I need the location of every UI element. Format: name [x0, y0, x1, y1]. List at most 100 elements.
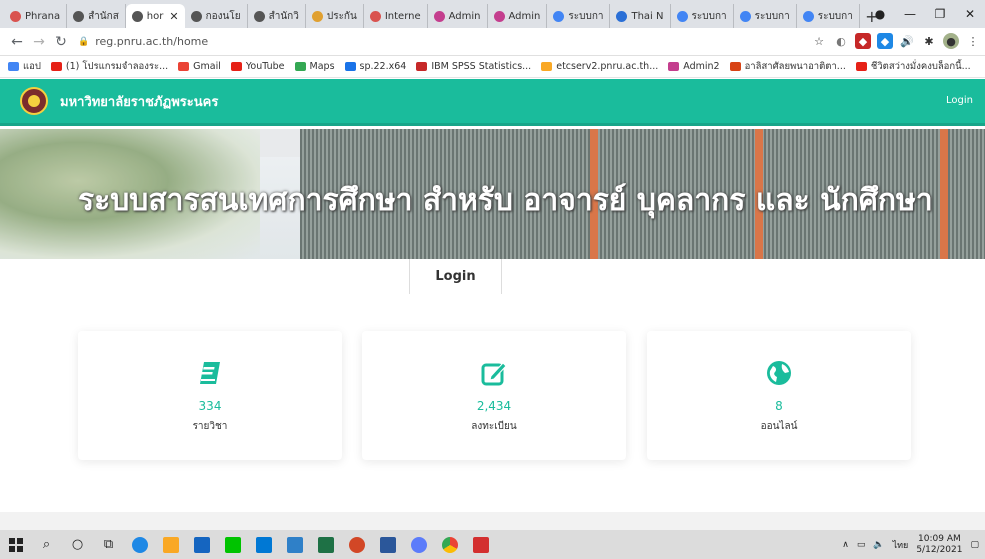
stat-card-courses: 334 รายวิชา: [78, 331, 342, 460]
close-tab-icon[interactable]: ✕: [169, 10, 178, 23]
task-view-icon[interactable]: ⧉: [93, 530, 124, 559]
store-icon[interactable]: [186, 530, 217, 559]
avatar[interactable]: ●: [943, 33, 959, 49]
bookmark-item[interactable]: Gmail: [178, 61, 221, 72]
volume-icon[interactable]: 🔈: [873, 540, 884, 550]
bookmark-item[interactable]: etcserv2.pnru.ac.th...: [541, 61, 658, 72]
clock-time: 10:09 AM: [918, 533, 961, 544]
browser-tab[interactable]: ระบบกา: [547, 4, 611, 28]
sound-icon[interactable]: 🔊: [899, 33, 915, 49]
tab-label: ระบบกา: [754, 10, 790, 22]
stat-value: 2,434: [476, 399, 512, 413]
bookmark-item[interactable]: ชีวิตสว่างมั่งคงบล็อกนี้...: [855, 59, 971, 74]
page-footer-band: [0, 512, 985, 530]
windows-start-icon[interactable]: [0, 530, 31, 559]
browser-tab[interactable]: กองนโย: [185, 4, 248, 28]
tab-favicon-icon: [131, 10, 143, 22]
browser-tab[interactable]: Thai N: [610, 4, 671, 28]
tab-label: Admin: [508, 10, 541, 22]
line-icon[interactable]: [217, 530, 248, 559]
browser-tab[interactable]: ประกัน: [306, 4, 364, 28]
bookmark-item[interactable]: Admin2: [668, 61, 720, 72]
bookmark-favicon-icon: [294, 62, 306, 71]
menu-icon[interactable]: ⋮: [965, 33, 981, 49]
stat-card-online: 8 ออนไลน์: [647, 331, 911, 460]
bookmark-label: อาลิสาศัลยพนาอาติตา...: [744, 61, 846, 72]
acrobat-icon[interactable]: [465, 530, 496, 559]
restore-icon[interactable]: ❐: [925, 7, 955, 21]
puzzle-icon[interactable]: ✱: [921, 33, 937, 49]
hero-title: ระบบสารสนเทศการศึกษา สำหรับ อาจารย์ บุคล…: [78, 183, 933, 218]
tab-favicon-icon: [616, 10, 628, 22]
browser-tab[interactable]: Admin: [488, 4, 548, 28]
header-login-link[interactable]: Login: [946, 95, 973, 106]
bookmark-label: Maps: [309, 61, 335, 72]
tab-favicon-icon: [190, 10, 202, 22]
search-icon[interactable]: ⌕: [31, 530, 62, 559]
window-controls: ● — ❐ ✕: [865, 0, 985, 28]
word-icon[interactable]: [372, 530, 403, 559]
bookmark-favicon-icon: [541, 62, 553, 71]
tab-label: Phrana: [25, 10, 61, 22]
browser-tab[interactable]: สำนักวิ: [248, 4, 306, 28]
app-icon[interactable]: [279, 530, 310, 559]
tab-favicon-icon: [73, 10, 85, 22]
tab-label: สำนักส: [88, 10, 119, 22]
file-explorer-icon[interactable]: [155, 530, 186, 559]
globe-icon: [767, 361, 791, 385]
bookmark-item[interactable]: IBM SPSS Statistics...: [416, 61, 531, 72]
system-tray: ∧ ▭ 🔈 ไทย 10:09 AM 5/12/2021 ▢: [842, 530, 979, 559]
lock-icon: 🔒: [78, 36, 90, 47]
minimize-icon[interactable]: —: [895, 7, 925, 21]
forward-icon[interactable]: →: [28, 34, 50, 50]
browser-tab[interactable]: hor ✕: [125, 4, 185, 28]
extension-icon[interactable]: ◆: [877, 33, 893, 49]
url-field[interactable]: 🔒 reg.pnru.ac.th/home: [78, 31, 208, 53]
star-icon[interactable]: ☆: [811, 33, 827, 49]
powerpoint-icon[interactable]: [341, 530, 372, 559]
profile-icon[interactable]: ●: [865, 7, 895, 21]
tab-favicon-icon: [433, 10, 445, 22]
bookmark-label: sp.22.x64: [359, 61, 407, 72]
bookmark-item[interactable]: แอป: [8, 59, 41, 74]
url-text: reg.pnru.ac.th/home: [95, 35, 209, 48]
bookmark-favicon-icon: [416, 62, 428, 71]
bookmark-item[interactable]: YouTube: [230, 61, 285, 72]
browser-tab[interactable]: ระบบกา: [671, 4, 734, 28]
bookmarks-bar: แอป (1) โปรแกรมจำลองระ... Gmail YouTube Maps…: [0, 56, 985, 78]
cortana-icon[interactable]: ○: [62, 530, 93, 559]
notification-icon[interactable]: ▢: [970, 540, 979, 550]
excel-icon[interactable]: [310, 530, 341, 559]
tab-favicon-icon: [311, 10, 323, 22]
network-icon[interactable]: ▭: [857, 540, 866, 550]
taskbar: ⌕ ○ ⧉ ∧ ▭ 🔈 ไทย 10:09 AM 5/12/2021 ▢: [0, 530, 985, 559]
extensions-area: ☆ ◐ ◆ ◆ 🔊 ✱ ● ⋮: [811, 33, 981, 49]
bookmark-item[interactable]: sp.22.x64: [344, 61, 407, 72]
chevron-up-icon[interactable]: ∧: [842, 540, 849, 550]
chrome-icon[interactable]: [434, 530, 465, 559]
reload-icon[interactable]: ↻: [50, 34, 72, 50]
browser-tab[interactable]: Admin: [428, 4, 488, 28]
tab-label: Interne: [384, 10, 421, 22]
app-icon[interactable]: [403, 530, 434, 559]
extension-icon[interactable]: ◆: [855, 33, 871, 49]
bookmark-label: (1) โปรแกรมจำลองระ...: [65, 61, 169, 72]
close-window-icon[interactable]: ✕: [955, 7, 985, 21]
bookmark-item[interactable]: Maps: [294, 61, 335, 72]
browser-tab[interactable]: ระบบกา: [797, 4, 860, 28]
bookmark-item[interactable]: (1) โปรแกรมจำลองระ...: [50, 59, 169, 74]
mail-icon[interactable]: [248, 530, 279, 559]
bookmark-item[interactable]: อาลิสาศัลยพนาอาติตา...: [729, 59, 846, 74]
browser-tab[interactable]: Interne: [364, 4, 428, 28]
browser-tab[interactable]: สำนักส: [67, 4, 126, 28]
browser-tab[interactable]: Phrana: [4, 4, 68, 28]
language-indicator[interactable]: ไทย: [893, 538, 909, 552]
clock[interactable]: 10:09 AM 5/12/2021: [916, 534, 962, 556]
login-tab[interactable]: Login: [409, 259, 502, 294]
edge-icon[interactable]: [124, 530, 155, 559]
extension-icon[interactable]: ◐: [833, 33, 849, 49]
back-icon[interactable]: ←: [6, 34, 28, 50]
bookmark-label: etcserv2.pnru.ac.th...: [556, 61, 659, 72]
browser-tab[interactable]: ระบบกา: [734, 4, 797, 28]
tab-favicon-icon: [802, 10, 814, 22]
